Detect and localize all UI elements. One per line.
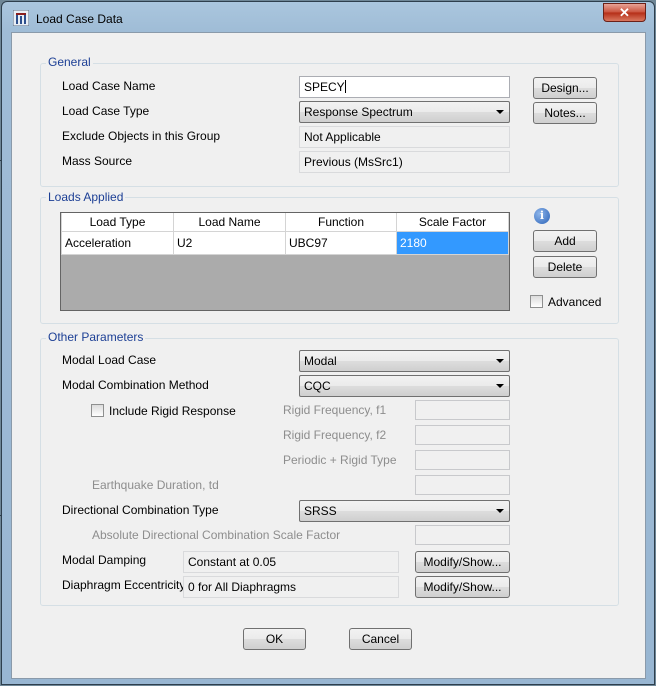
modal-combination-select[interactable]: CQC bbox=[299, 375, 510, 397]
diaphragm-modify-button[interactable]: Modify/Show... bbox=[415, 576, 510, 598]
cancel-button[interactable]: Cancel bbox=[349, 628, 412, 650]
close-button[interactable]: ✕ bbox=[603, 3, 646, 22]
directional-combination-select[interactable]: SRSS bbox=[299, 500, 510, 522]
load-case-type-select[interactable]: Response Spectrum bbox=[299, 101, 510, 123]
dropdown-arrow-icon bbox=[496, 110, 504, 114]
load-case-type-label: Load Case Type bbox=[62, 104, 150, 118]
cell-load-type[interactable]: Acceleration bbox=[61, 231, 174, 255]
delete-button[interactable]: Delete bbox=[533, 256, 597, 278]
directional-combination-label: Directional Combination Type bbox=[62, 503, 219, 517]
rigid-frequency-f1-label: Rigid Frequency, f1 bbox=[283, 403, 387, 417]
mass-source-field: Previous (MsSrc1) bbox=[299, 151, 510, 173]
column-header-function[interactable]: Function bbox=[285, 213, 397, 232]
column-header-scale-factor[interactable]: Scale Factor bbox=[396, 213, 509, 232]
design-button[interactable]: Design... bbox=[533, 77, 597, 99]
load-case-name-label: Load Case Name bbox=[62, 79, 156, 93]
diaphragm-eccentricity-field: 0 for All Diaphragms bbox=[183, 576, 399, 598]
rigid-frequency-f2-input bbox=[415, 425, 510, 445]
include-rigid-response-checkbox[interactable] bbox=[91, 404, 104, 417]
dialog-body: General Load Case Name SPECY Design... L… bbox=[11, 32, 646, 679]
modal-damping-modify-button[interactable]: Modify/Show... bbox=[415, 551, 510, 573]
periodic-rigid-type-label: Periodic + Rigid Type bbox=[283, 453, 397, 467]
column-header-load-name[interactable]: Load Name bbox=[173, 213, 286, 232]
exclude-objects-field: Not Applicable bbox=[299, 126, 510, 148]
app-icon bbox=[13, 10, 29, 26]
cell-load-name[interactable]: U2 bbox=[173, 231, 286, 255]
cell-function[interactable]: UBC97 bbox=[285, 231, 397, 255]
load-case-data-dialog: Load Case Data ✕ General Load Case Name … bbox=[1, 1, 655, 685]
include-rigid-response-label: Include Rigid Response bbox=[109, 404, 236, 418]
rigid-frequency-f1-input bbox=[415, 400, 510, 420]
close-icon: ✕ bbox=[619, 5, 630, 20]
window-title: Load Case Data bbox=[36, 12, 123, 26]
rigid-frequency-f2-label: Rigid Frequency, f2 bbox=[283, 428, 387, 442]
notes-button[interactable]: Notes... bbox=[533, 102, 597, 124]
info-icon[interactable]: i bbox=[534, 208, 550, 224]
modal-damping-label: Modal Damping bbox=[62, 553, 147, 567]
column-header-load-type[interactable]: Load Type bbox=[61, 213, 174, 232]
modal-load-case-label: Modal Load Case bbox=[62, 353, 157, 367]
dropdown-arrow-icon bbox=[496, 509, 504, 513]
mass-source-label: Mass Source bbox=[62, 154, 133, 168]
advanced-label: Advanced bbox=[548, 295, 602, 309]
abs-directional-scale-label: Absolute Directional Combination Scale F… bbox=[92, 528, 341, 542]
text-caret bbox=[344, 80, 346, 93]
title-bar[interactable]: Load Case Data ✕ bbox=[2, 2, 654, 32]
general-group-title: General bbox=[46, 55, 93, 69]
add-button[interactable]: Add bbox=[533, 230, 597, 252]
table-row[interactable]: Acceleration U2 UBC97 2180 bbox=[61, 231, 509, 255]
earthquake-duration-input bbox=[415, 475, 510, 495]
dropdown-arrow-icon bbox=[496, 359, 504, 363]
abs-directional-scale-input bbox=[415, 525, 510, 545]
exclude-objects-label: Exclude Objects in this Group bbox=[62, 129, 221, 143]
loads-applied-grid[interactable]: Load Type Load Name Function Scale Facto… bbox=[60, 212, 510, 311]
diaphragm-eccentricity-label: Diaphragm Eccentricity bbox=[62, 578, 186, 592]
loads-applied-group-title: Loads Applied bbox=[46, 190, 126, 204]
other-parameters-group-title: Other Parameters bbox=[46, 330, 146, 344]
load-case-name-input[interactable]: SPECY bbox=[299, 76, 510, 98]
periodic-rigid-type-input bbox=[415, 450, 510, 470]
ok-button[interactable]: OK bbox=[243, 628, 306, 650]
dropdown-arrow-icon bbox=[496, 384, 504, 388]
earthquake-duration-label: Earthquake Duration, td bbox=[92, 478, 219, 492]
cell-scale-factor[interactable]: 2180 bbox=[396, 231, 509, 255]
modal-combination-label: Modal Combination Method bbox=[62, 378, 209, 392]
modal-load-case-select[interactable]: Modal bbox=[299, 350, 510, 372]
advanced-checkbox[interactable] bbox=[530, 295, 543, 308]
modal-damping-field: Constant at 0.05 bbox=[183, 551, 399, 573]
